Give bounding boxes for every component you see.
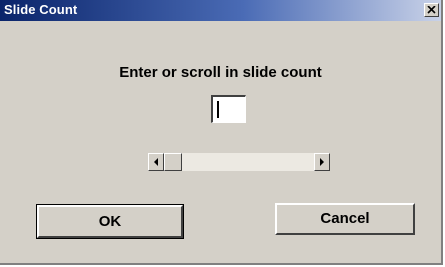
arrow-right-icon — [320, 158, 324, 166]
text-caret — [217, 101, 219, 118]
ok-button[interactable]: OK — [36, 204, 184, 239]
slide-count-prompt: Enter or scroll in slide count — [119, 64, 322, 81]
arrow-left-icon — [154, 158, 158, 166]
close-icon — [427, 6, 436, 14]
close-button[interactable] — [424, 3, 439, 17]
window-title: Slide Count — [4, 2, 78, 17]
scroll-thumb[interactable] — [164, 153, 182, 171]
title-bar[interactable]: Slide Count — [0, 0, 441, 21]
slide-count-dialog: Slide Count Enter or scroll in slide cou… — [0, 0, 443, 265]
scroll-right-button[interactable] — [314, 153, 330, 171]
slide-count-scrollbar[interactable] — [148, 153, 330, 171]
cancel-button[interactable]: Cancel — [275, 203, 415, 235]
scroll-left-button[interactable] — [148, 153, 164, 171]
